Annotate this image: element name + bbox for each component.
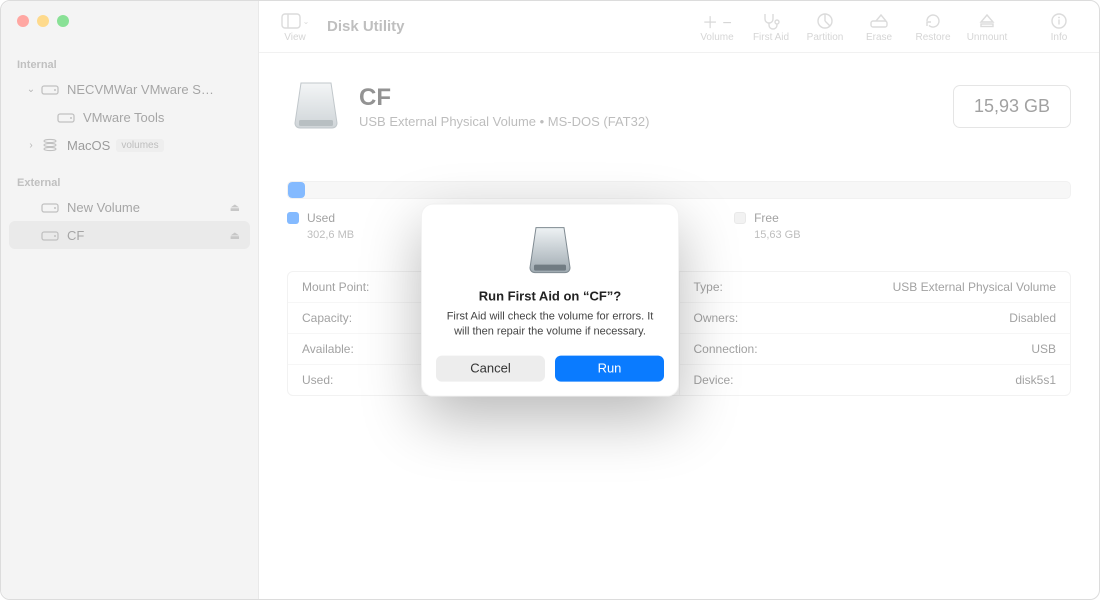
first-aid-dialog: Run First Aid on “CF”? First Aid will ch… <box>421 204 679 397</box>
dialog-title: Run First Aid on “CF”? <box>436 289 664 304</box>
cancel-button[interactable]: Cancel <box>436 355 545 381</box>
dialog-body: First Aid will check the volume for erro… <box>436 310 664 340</box>
window: Internal ⌄ NECVMWar VMware SATA... VMwar… <box>0 0 1100 600</box>
external-disk-icon <box>522 223 578 279</box>
run-button[interactable]: Run <box>555 355 664 381</box>
